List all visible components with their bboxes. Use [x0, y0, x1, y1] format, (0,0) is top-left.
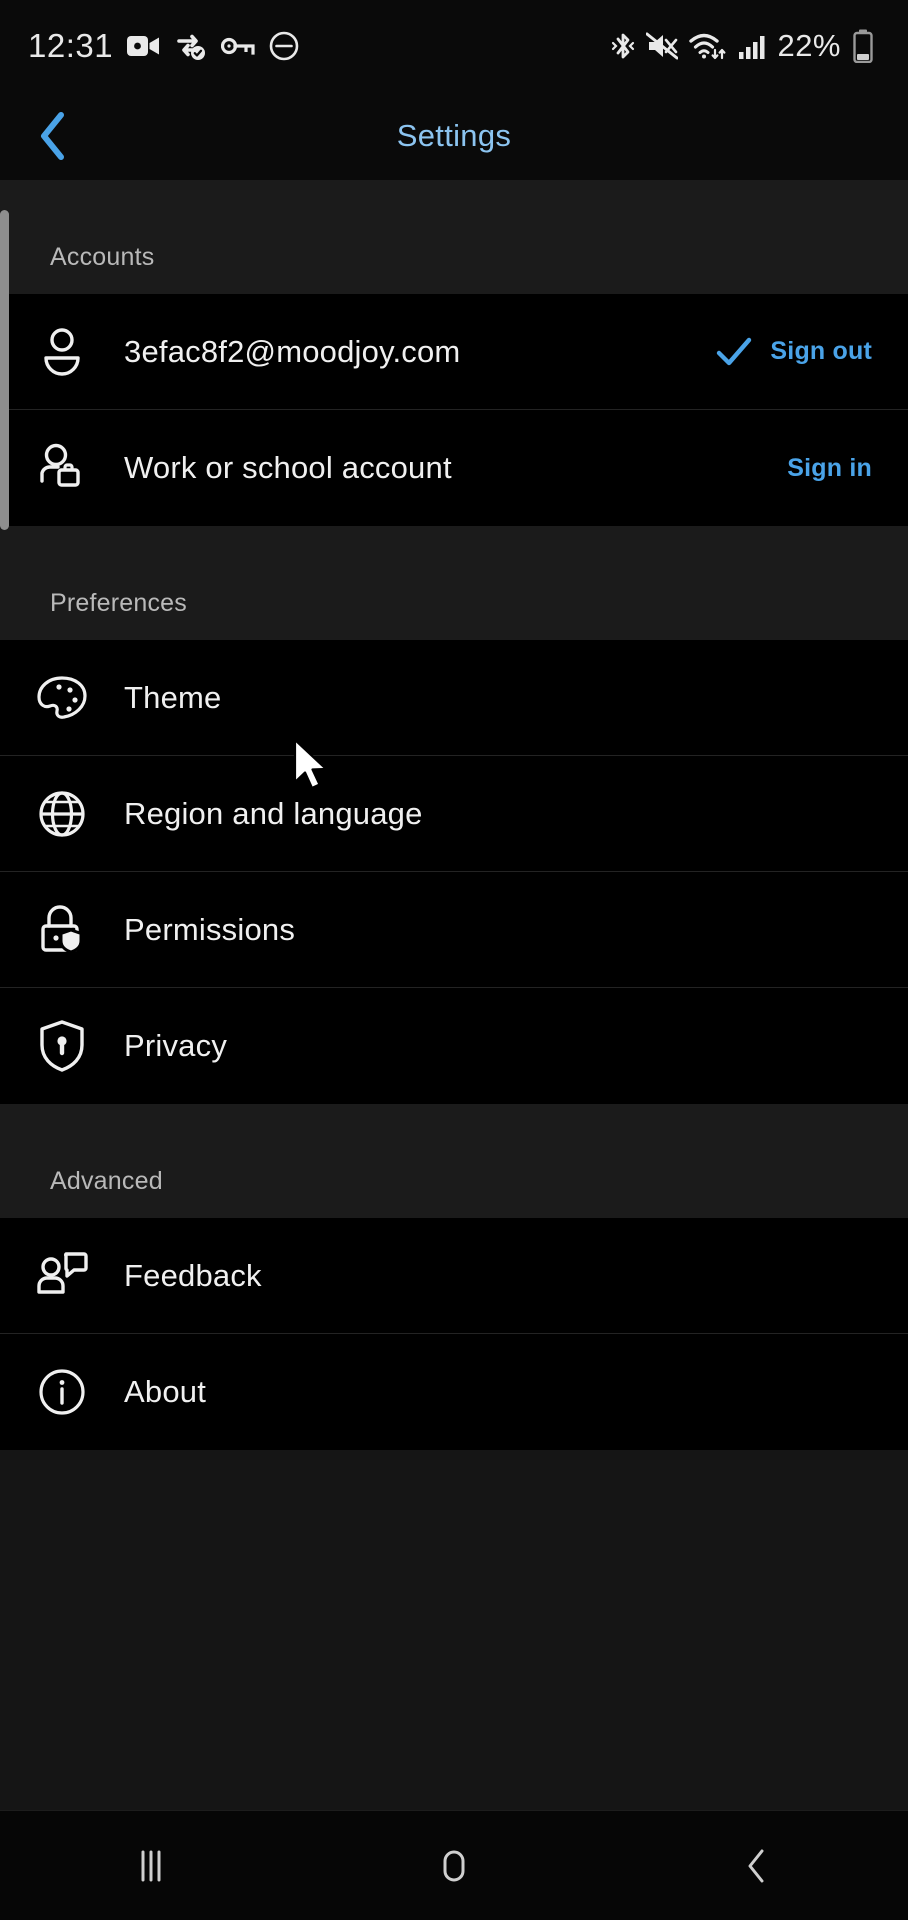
sign-out-label: Sign out — [770, 337, 872, 365]
page-title: Settings — [396, 118, 512, 153]
settings-row-about[interactable]: About — [0, 1334, 908, 1450]
section-rows-advanced: Feedback About — [0, 1218, 908, 1450]
section-header-advanced-label: Advanced — [50, 1167, 163, 1195]
section-header-preferences: Preferences — [0, 526, 908, 640]
settings-row-permissions[interactable]: Permissions — [0, 872, 908, 988]
globe-icon — [0, 787, 124, 841]
feedback-icon — [0, 1250, 124, 1302]
status-bar-left: 12:31 — [28, 27, 299, 65]
app-bar: Settings — [0, 92, 908, 180]
section-rows-accounts: 3efac8f2@moodjoy.com Sign out Work or sc… — [0, 294, 908, 526]
settings-row-feedback[interactable]: Feedback — [0, 1218, 908, 1334]
sign-in-button[interactable]: Sign in — [787, 454, 872, 483]
bluetooth-icon — [611, 30, 635, 62]
palette-icon — [0, 672, 124, 724]
settings-row-region-and-language[interactable]: Region and language — [0, 756, 908, 872]
status-bar-clock: 12:31 — [28, 27, 114, 64]
settings-row-label: Region and language — [124, 795, 423, 831]
settings-row-label: Feedback — [124, 1257, 262, 1293]
system-navigation-bar — [0, 1810, 908, 1920]
sign-out-button[interactable]: Sign out — [714, 336, 872, 368]
section-header-accounts: Accounts — [0, 180, 908, 294]
video-camera-icon — [127, 33, 161, 59]
battery-percent-label: 22% — [777, 28, 841, 63]
section-rows-preferences: Theme Region and language Permissions Pr… — [0, 640, 908, 1104]
home-button[interactable] — [303, 1811, 606, 1920]
settings-row-label: Work or school account — [124, 450, 452, 485]
recents-button[interactable] — [0, 1811, 303, 1920]
work-account-icon — [0, 440, 124, 496]
wifi-icon — [689, 31, 727, 61]
sign-in-label: Sign in — [787, 453, 872, 482]
scrollbar-thumb[interactable] — [0, 210, 9, 530]
check-icon — [717, 337, 752, 365]
battery-icon — [852, 29, 874, 63]
info-circle-icon — [0, 1365, 124, 1419]
volume-muted-icon — [646, 31, 679, 61]
section-header-advanced: Advanced — [0, 1104, 908, 1218]
section-header-accounts-label: Accounts — [50, 243, 155, 271]
person-icon — [0, 324, 124, 380]
vpn-sync-icon — [175, 32, 207, 60]
settings-row-privacy[interactable]: Privacy — [0, 988, 908, 1104]
settings-row-label: Permissions — [124, 911, 296, 947]
settings-row-label: About — [124, 1374, 207, 1409]
phone-screen: 12:31 22% Settings Accounts 3efac8f2@moo… — [0, 0, 908, 1920]
settings-row-label: Privacy — [124, 1028, 228, 1063]
back-button[interactable] — [20, 103, 86, 169]
lock-shield-icon — [0, 902, 124, 958]
settings-row-label: Theme — [124, 679, 222, 715]
key-icon — [221, 36, 255, 56]
shield-keyhole-icon — [0, 1018, 124, 1074]
do-not-disturb-icon — [269, 31, 299, 61]
settings-row-label: 3efac8f2@moodjoy.com — [124, 333, 461, 369]
system-back-button[interactable] — [605, 1811, 908, 1920]
status-bar-right: 22% — [611, 28, 880, 64]
settings-row-work-account[interactable]: Work or school account Sign in — [0, 410, 908, 526]
cellular-signal-icon — [738, 32, 766, 60]
section-header-preferences-label: Preferences — [50, 589, 187, 617]
settings-row-email-account[interactable]: 3efac8f2@moodjoy.com Sign out — [0, 294, 908, 410]
settings-scroll-area: Accounts 3efac8f2@moodjoy.com Sign out W… — [0, 180, 908, 1810]
settings-row-theme[interactable]: Theme — [0, 640, 908, 756]
status-bar: 12:31 22% — [0, 0, 908, 92]
